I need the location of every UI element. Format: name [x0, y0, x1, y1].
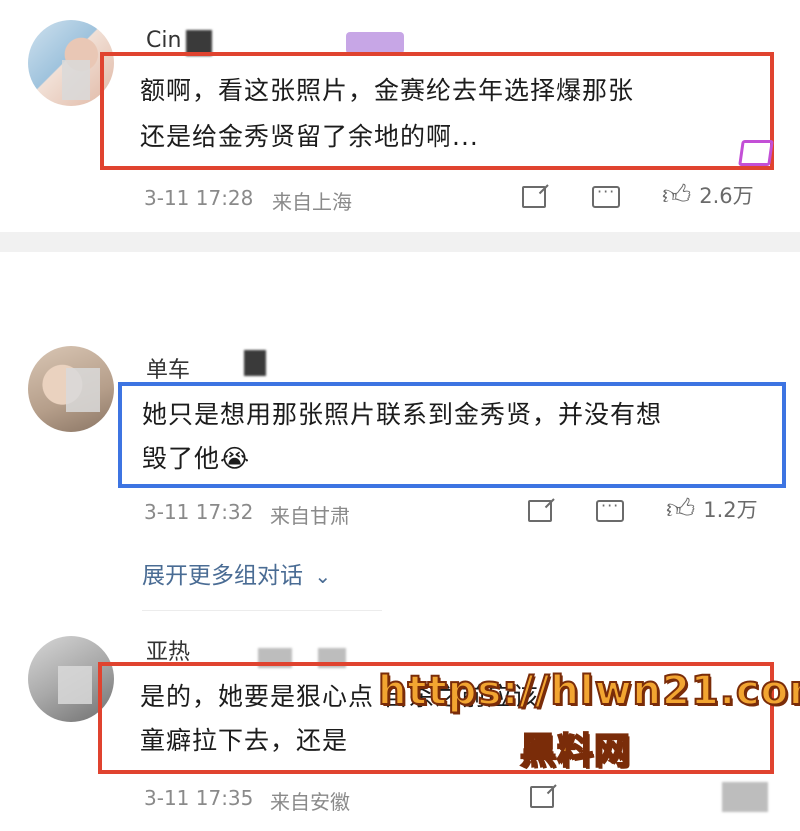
chevron-down-icon: ⌄ [314, 564, 332, 588]
username-censor-block [244, 350, 266, 376]
comment-location: 来自安徽 [270, 790, 350, 814]
like-button[interactable]: 👍︎ 2.6万 [662, 180, 754, 210]
comment-text-line-2: 还是给金秀贤留了余地的啊... [140, 122, 479, 151]
watermark-site-name: 黑料网 [519, 730, 632, 773]
comment-icon [592, 182, 620, 208]
share-icon [530, 786, 554, 808]
reply-button[interactable] [596, 496, 624, 522]
share-button[interactable] [528, 500, 552, 522]
comment-text-line-1: 额啊，看这张照片，金赛纶去年选择爆那张 [140, 76, 635, 105]
gem-badge-icon [738, 140, 774, 166]
watermark-url: https://hlwn21.com [377, 667, 800, 715]
avatar-censor-block [62, 60, 90, 100]
username[interactable]: Cin [146, 28, 181, 53]
user-badge [346, 32, 404, 54]
comment-time: 3-11 17:28 [144, 186, 254, 210]
expand-conversation-link[interactable]: 展开更多组对话 ⌄ [142, 556, 331, 590]
avatar-censor-block [66, 368, 100, 412]
like-count-censor-block [722, 782, 768, 812]
like-count: 2.6万 [699, 184, 754, 208]
comment-text-line-2: 童癖拉下去，还是 [140, 726, 349, 755]
share-icon [528, 500, 552, 522]
comment-time: 3-11 17:35 [144, 786, 254, 810]
comment-location: 来自甘肃 [270, 504, 350, 528]
section-divider [0, 232, 800, 252]
share-button[interactable] [530, 786, 554, 808]
like-count: 1.2万 [703, 498, 758, 522]
comment-text-line-1: 她只是想用那张照片联系到金秀贤，并没有想 [142, 400, 663, 429]
expand-label: 展开更多组对话 [142, 563, 303, 589]
thumbs-up-icon: 👍︎ [662, 178, 692, 211]
comment-icon [596, 496, 624, 522]
comment-time: 3-11 17:32 [144, 500, 254, 524]
reply-button[interactable] [592, 182, 620, 208]
avatar[interactable] [28, 346, 114, 432]
divider [142, 610, 382, 611]
share-button[interactable] [522, 186, 546, 208]
avatar-censor-block [58, 666, 92, 704]
comment-text-line-2: 毁了他😭 [142, 444, 251, 473]
comment-location: 来自上海 [272, 190, 352, 214]
username[interactable]: 单车 [146, 352, 190, 384]
share-icon [522, 186, 546, 208]
thumbs-up-icon: 👍︎ [666, 492, 696, 525]
like-button[interactable]: 👍︎ 1.2万 [666, 494, 758, 524]
